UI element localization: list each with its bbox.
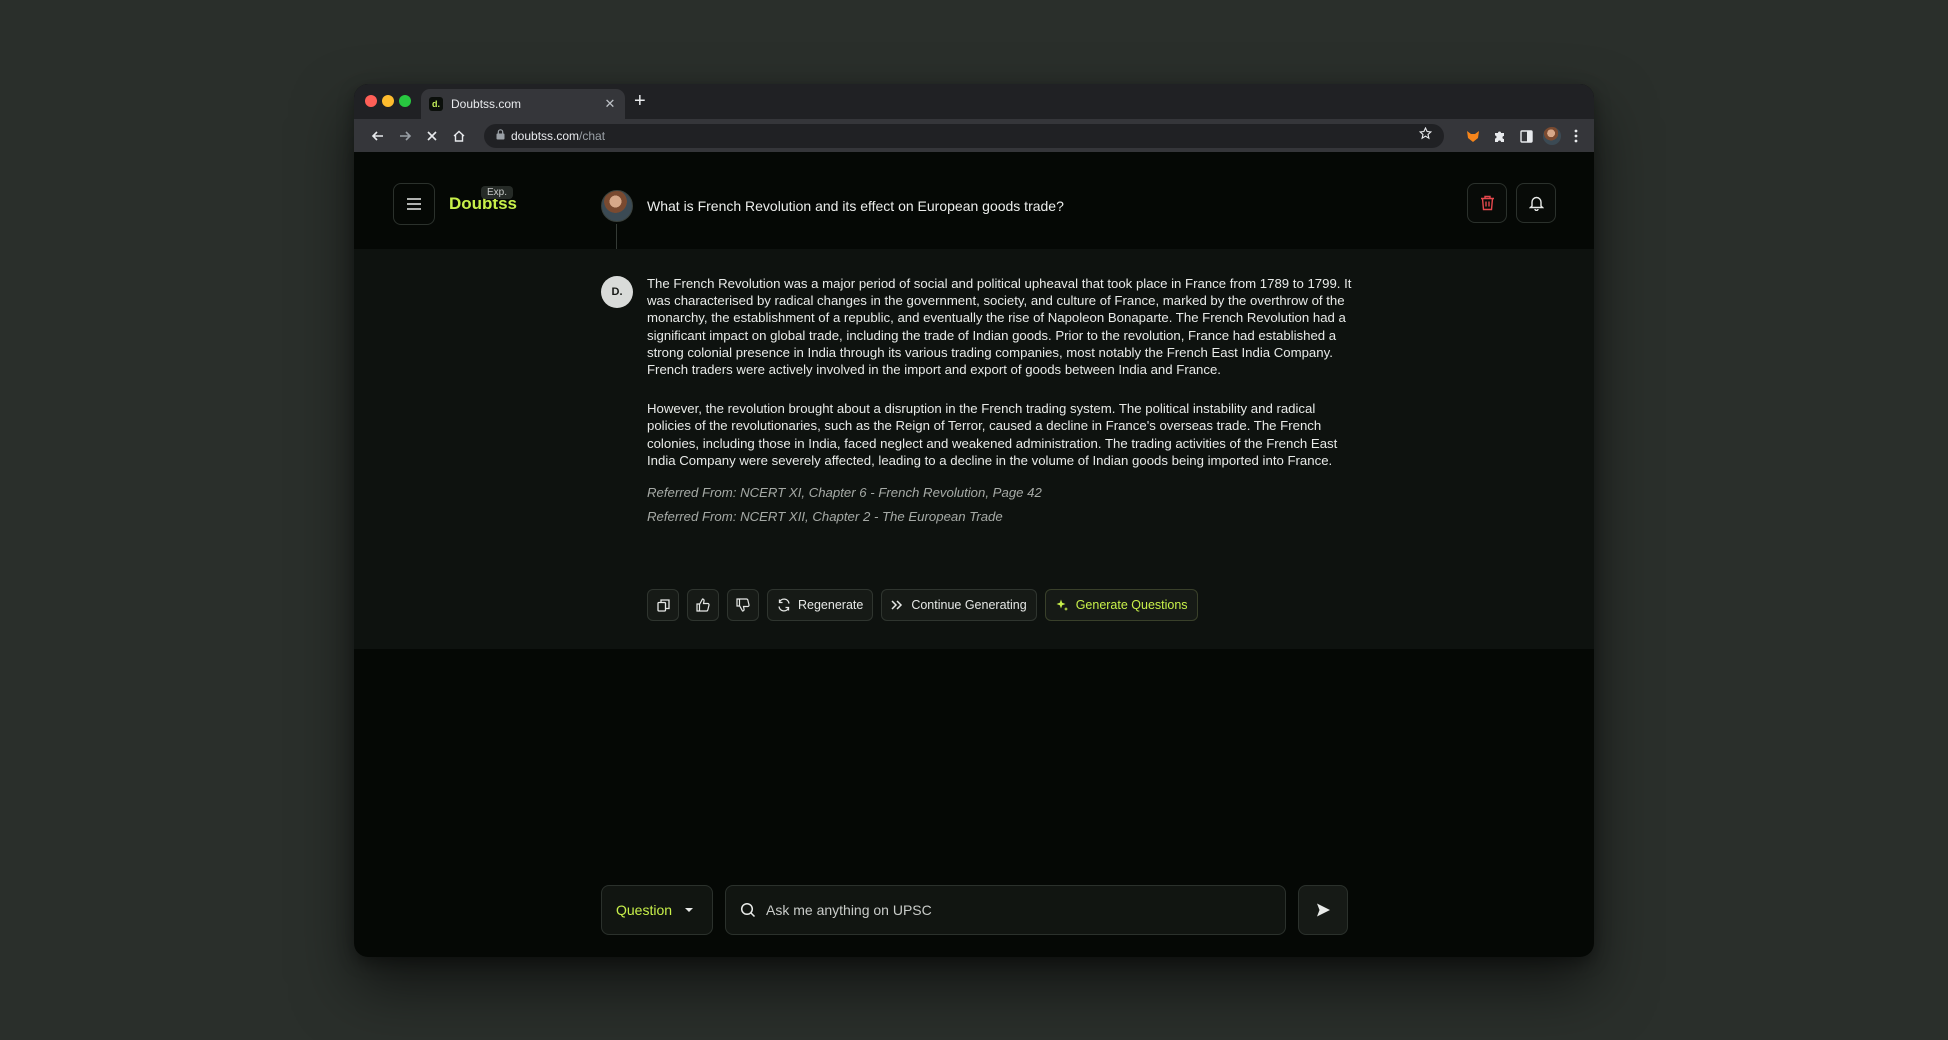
new-tab-button[interactable]: + <box>634 90 646 112</box>
reference-citation[interactable]: Referred From: NCERT XII, Chapter 2 - Th… <box>647 505 1352 529</box>
regenerate-label: Regenerate <box>798 598 864 612</box>
tab-title: Doubtss.com <box>451 97 522 111</box>
generate-questions-label: Generate Questions <box>1075 598 1188 612</box>
fast-forward-icon <box>891 600 903 610</box>
address-bar[interactable]: doubtss.com /chat <box>484 124 1444 148</box>
thumbs-up-icon <box>696 598 710 612</box>
continue-generating-button[interactable]: Continue Generating <box>881 589 1037 621</box>
search-box[interactable] <box>725 885 1286 935</box>
bookmark-star-icon[interactable] <box>1418 126 1433 145</box>
search-icon <box>740 902 756 918</box>
search-input[interactable] <box>766 902 1246 918</box>
answer-paragraph: However, the revolution brought about a … <box>647 401 1338 468</box>
close-window-button[interactable] <box>365 95 377 107</box>
mode-select[interactable]: Question <box>601 885 713 935</box>
lock-icon <box>496 127 505 145</box>
regenerate-button[interactable]: Regenerate <box>767 589 874 621</box>
fox-extension-icon[interactable] <box>1463 126 1483 146</box>
forward-icon[interactable] <box>394 125 416 147</box>
home-icon[interactable] <box>448 125 470 147</box>
favicon-icon: d. <box>429 97 443 111</box>
tab-bar: d. Doubtss.com ✕ + <box>354 84 1594 119</box>
composer: Question <box>601 885 1351 935</box>
back-icon[interactable] <box>367 125 389 147</box>
answer-paragraph: The French Revolution was a major period… <box>647 276 1352 378</box>
tab-close-icon[interactable]: ✕ <box>603 96 617 112</box>
app-header: Doubtss Exp. What is French Revolution a… <box>354 152 1594 249</box>
browser-window: d. Doubtss.com ✕ + doubtss.com /chat Dou… <box>354 84 1594 957</box>
minimize-window-button[interactable] <box>382 95 394 107</box>
copy-icon <box>656 598 670 612</box>
continue-generating-label: Continue Generating <box>911 598 1027 612</box>
hamburger-menu-button[interactable] <box>393 183 435 225</box>
sparkles-icon <box>1056 599 1068 611</box>
send-button[interactable] <box>1298 885 1348 935</box>
user-avatar <box>601 190 633 222</box>
refresh-icon <box>778 598 790 612</box>
maximize-window-button[interactable] <box>399 95 411 107</box>
thumbs-down-icon <box>736 598 750 612</box>
side-panel-icon[interactable] <box>1516 126 1536 146</box>
generate-questions-button[interactable]: Generate Questions <box>1044 589 1198 621</box>
user-question: What is French Revolution and its effect… <box>647 198 1064 214</box>
mode-select-value: Question <box>616 902 673 918</box>
bell-icon <box>1528 196 1544 211</box>
kebab-menu-icon[interactable] <box>1566 126 1586 146</box>
send-icon <box>1317 903 1330 917</box>
stop-loading-icon[interactable] <box>421 125 443 147</box>
url-path: /chat <box>579 129 606 143</box>
copy-button[interactable] <box>647 589 679 621</box>
trash-icon <box>1480 195 1494 211</box>
answer-panel: D. The French Revolution was a major per… <box>354 249 1594 649</box>
bot-avatar: D. <box>601 276 633 308</box>
thumbs-up-button[interactable] <box>687 589 719 621</box>
reference-citation[interactable]: Referred From: NCERT XI, Chapter 6 - Fre… <box>647 481 1352 505</box>
browser-tab[interactable]: d. Doubtss.com ✕ <box>421 89 625 119</box>
answer-content: The French Revolution was a major period… <box>647 275 1352 529</box>
exp-badge: Exp. <box>481 186 514 199</box>
hamburger-icon <box>407 198 421 210</box>
notifications-button[interactable] <box>1516 183 1556 223</box>
extensions-puzzle-icon[interactable] <box>1490 126 1510 146</box>
thumbs-down-button[interactable] <box>727 589 759 621</box>
browser-toolbar: doubtss.com /chat <box>354 119 1594 152</box>
delete-chat-button[interactable] <box>1467 183 1507 223</box>
caret-down-icon <box>685 908 694 912</box>
answer-actions: Regenerate Continue Generating Generate … <box>647 589 1198 621</box>
profile-avatar[interactable] <box>1542 126 1562 146</box>
url-host: doubtss.com <box>511 129 580 143</box>
